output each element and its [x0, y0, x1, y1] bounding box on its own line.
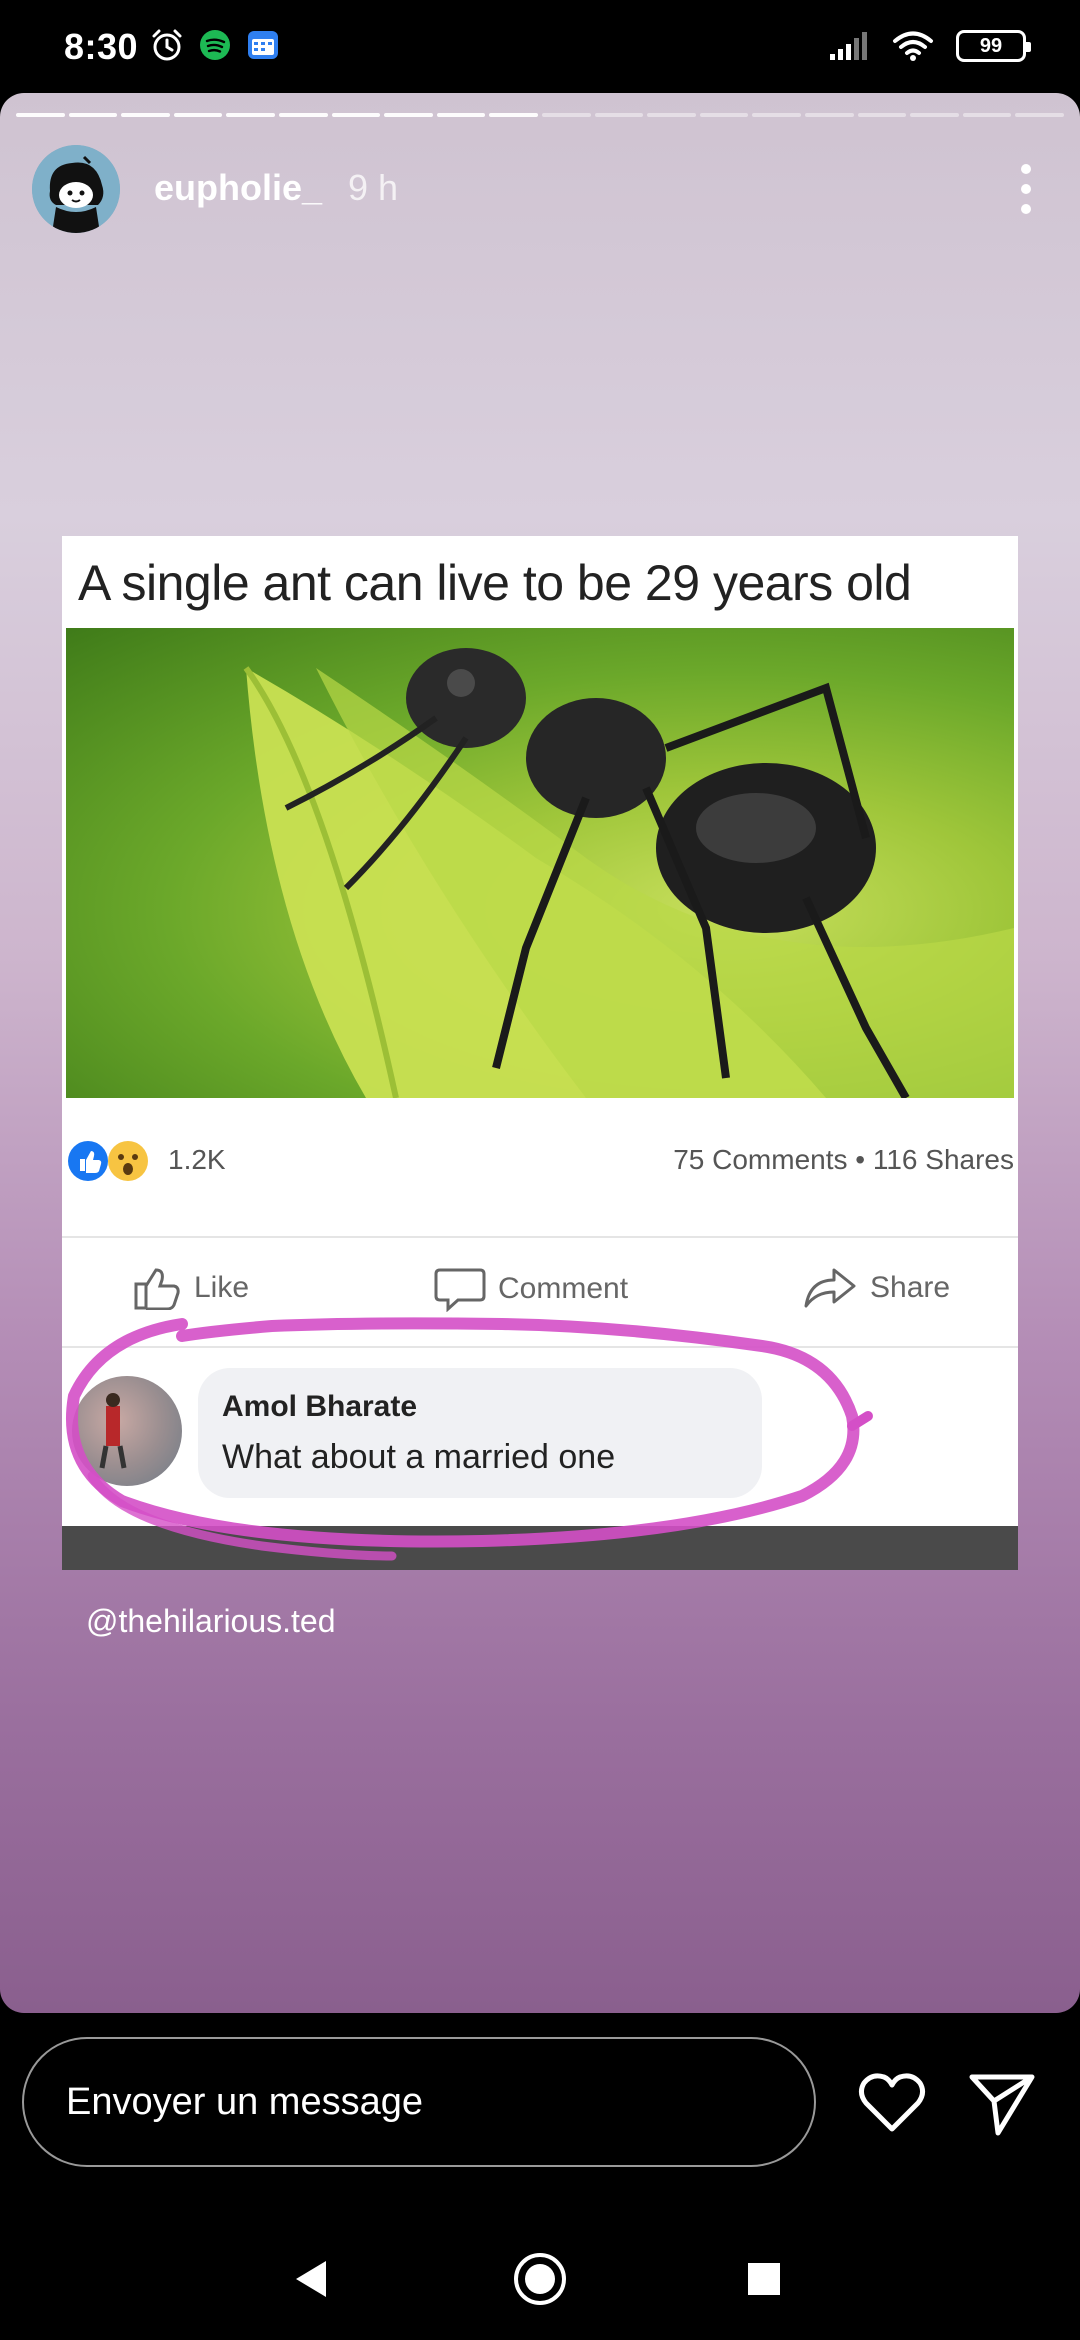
story-progress-segment [752, 113, 801, 117]
story-progress-segment [121, 113, 170, 117]
ant-photo [66, 628, 1014, 1098]
story-username[interactable]: eupholie_ [154, 167, 322, 209]
story-progress-segment [226, 113, 275, 117]
story-progress-segment [647, 113, 696, 117]
commenter-photo [99, 1393, 127, 1469]
story-progress-segment [857, 113, 907, 117]
story-progress-segment [489, 113, 538, 117]
like-action: Like [132, 1266, 249, 1310]
story-progress-segment [962, 113, 1012, 117]
comment-section: Amol Bharate What about a married one [62, 1346, 1018, 1551]
story-progress-segment [331, 113, 381, 117]
story-header: eupholie_ 9 h [32, 143, 1048, 233]
story-reply-bar [0, 2013, 1080, 2209]
status-system-icons: 99 [828, 30, 1031, 62]
spotify-icon [200, 30, 230, 60]
story-progress-segment [436, 113, 486, 117]
story-progress-segment [173, 113, 223, 117]
post-action-row: Like Comment Share [62, 1236, 1018, 1346]
reactions-row: 1.2K 75 Comments • 116 Shares [62, 1128, 1018, 1208]
recents-icon[interactable] [734, 2249, 794, 2309]
story-time-ago: 9 h [348, 167, 399, 208]
story-credit-mention[interactable]: @thehilarious.ted [86, 1603, 336, 1640]
share-label: Share [870, 1271, 951, 1304]
system-nav-bar [0, 2209, 1080, 2340]
status-notification-icons [150, 28, 280, 62]
back-icon[interactable] [282, 2249, 342, 2309]
home-icon[interactable] [510, 2249, 570, 2309]
story-progress-segment [384, 113, 433, 117]
battery-icon: 99 [956, 30, 1031, 62]
like-wow-reaction-icons [68, 1141, 148, 1181]
share-arrow-icon [804, 1268, 856, 1308]
thumbs-up-icon [134, 1268, 180, 1310]
user-avatar[interactable] [32, 145, 120, 233]
comment-text: What about a married one [222, 1438, 616, 1476]
comments-shares-count: 75 Comments • 116 Shares [673, 1144, 1014, 1175]
story-progress-segment [594, 113, 644, 117]
story-viewer[interactable]: eupholie_ 9 h A single ant can live to b… [0, 93, 1080, 2013]
story-progress-segment [910, 113, 959, 117]
comment-author: Amol Bharate [222, 1390, 418, 1423]
calendar-icon [248, 31, 278, 59]
comment-action: Comment [434, 1266, 628, 1312]
post-caption: A single ant can live to be 29 years old [78, 555, 912, 611]
heart-icon[interactable] [856, 2067, 928, 2139]
avatar-illustration [32, 145, 120, 233]
story-progress-segment [278, 113, 328, 117]
story-progress-segment [68, 113, 118, 117]
signal-icon [830, 32, 867, 60]
send-icon[interactable] [966, 2067, 1038, 2139]
story-progress-segment [1015, 113, 1064, 117]
share-action: Share [802, 1266, 950, 1310]
story-progress-segment [804, 113, 854, 117]
story-progress-segment [541, 113, 591, 117]
reaction-count: 1.2K [168, 1144, 226, 1175]
status-time: 8:30 [64, 26, 139, 67]
comment-bubble: Amol Bharate What about a married one [198, 1368, 762, 1498]
comment-bubble-icon [434, 1268, 486, 1312]
story-progress-segment [16, 113, 65, 117]
wifi-icon [893, 31, 933, 61]
like-label: Like [194, 1271, 250, 1304]
comment-label: Comment [498, 1272, 629, 1305]
story-progress-segment [699, 113, 749, 117]
shared-post-image: A single ant can live to be 29 years old [62, 536, 1018, 1570]
story-progress-bar [16, 113, 1064, 117]
message-input[interactable] [22, 2037, 816, 2167]
status-bar: 8:30 99 [0, 0, 1080, 96]
ant-on-leaf-illustration [243, 648, 1014, 1098]
post-bottom-strip [62, 1526, 1018, 1570]
more-options-icon[interactable] [1014, 159, 1038, 219]
alarm-icon [152, 29, 182, 61]
battery-level: 99 [979, 34, 1003, 57]
commenter-avatar [72, 1376, 182, 1486]
